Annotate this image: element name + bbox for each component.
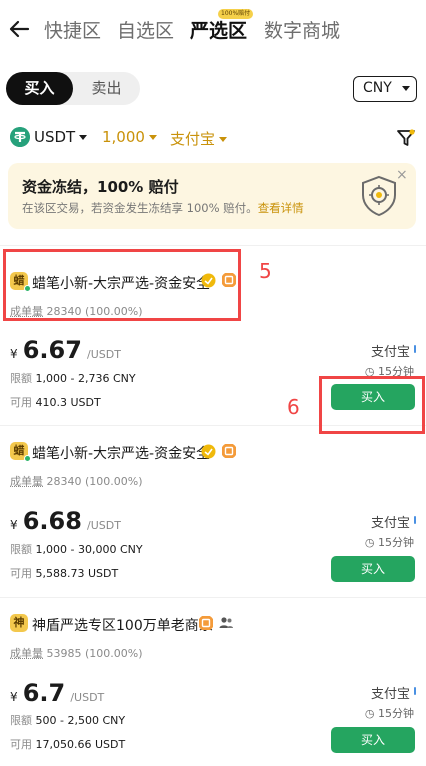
clock-icon: ◷ [364, 536, 375, 549]
back-arrow-icon[interactable] [8, 17, 30, 41]
compensation-badge: 100%赔付 [218, 9, 254, 19]
available-value: 5,588.73 USDT [35, 567, 119, 580]
amount-filter-label: 1,000 [102, 128, 145, 146]
merchant-avatar: 神 [10, 614, 28, 632]
merchant-name[interactable]: 神盾严选专区100万单老商家 [32, 615, 213, 635]
sell-toggle-button[interactable]: 卖出 [73, 72, 140, 105]
currency-symbol: ¥ [10, 518, 18, 532]
price-unit: /USDT [70, 691, 105, 704]
order-stats: 成单量 28340 (100.00%) [10, 473, 143, 489]
payment-time-value: 15分钟 [378, 536, 414, 549]
payment-time-value: 15分钟 [378, 707, 414, 720]
payment-time: ◷ 15分钟 [365, 534, 414, 550]
orders-value: 28340 (100.00%) [46, 475, 143, 488]
currency-symbol: ¥ [10, 347, 18, 361]
limit-value: 1,000 - 2,736 CNY [35, 372, 136, 385]
price: ¥ 6.7 /USDT [10, 679, 104, 707]
payment-filter[interactable]: 支付宝 [170, 128, 228, 149]
clock-icon: ◷ [364, 707, 375, 720]
limit-value: 500 - 2,500 CNY [35, 714, 126, 727]
merchant-avatar: 蜡 [10, 442, 31, 462]
price-value: 6.7 [22, 679, 66, 707]
available-value: 410.3 USDT [35, 396, 101, 409]
tab-custom[interactable]: 自选区 [117, 16, 174, 43]
divider [0, 245, 426, 246]
available-label: 可用 [10, 396, 32, 409]
avatar-initial: 神 [13, 616, 25, 629]
online-dot-icon [24, 455, 31, 462]
payment-method: 支付宝 [370, 516, 410, 531]
banner-subtitle: 在该区交易，若资金发生冻结享 100% 赔付。查看详情 [22, 200, 304, 216]
gold-medal-icon [201, 444, 216, 459]
amount-filter[interactable]: 1,000 [102, 128, 157, 146]
banner-subtitle-text: 在该区交易，若资金发生冻结享 100% 赔付。 [22, 201, 258, 215]
currency-value: CNY [363, 80, 392, 96]
chevron-down-icon [219, 137, 228, 142]
currency-select[interactable]: CNY [353, 76, 417, 102]
close-icon[interactable]: × [396, 167, 408, 183]
limit-value: 1,000 - 30,000 CNY [35, 543, 143, 556]
filter-bar: USDT 1,000 支付宝 [0, 126, 426, 150]
annotation-label-6: 6 [287, 395, 300, 419]
price: ¥ 6.67 /USDT [10, 336, 121, 364]
limit-row: 限额 1,000 - 2,736 CNY [10, 370, 136, 386]
available-row: 可用 5,588.73 USDT [10, 565, 118, 581]
order-stats: 成单量 53985 (100.00%) [10, 645, 143, 661]
orders-label: 成单量 [10, 475, 43, 488]
merchant-shield-icon [199, 616, 213, 630]
view-details-link[interactable]: 查看详情 [258, 201, 304, 215]
currency-symbol: ¥ [10, 690, 18, 704]
limit-label: 限额 [10, 714, 32, 727]
price-value: 6.67 [22, 336, 82, 364]
compensation-banner[interactable]: 资金冻结，100% 赔付 在该区交易，若资金发生冻结享 100% 赔付。查看详情… [8, 163, 416, 229]
tab-strict[interactable]: 严选区 [190, 16, 247, 43]
chevron-down-icon [148, 135, 157, 140]
limit-row: 限额 1,000 - 30,000 CNY [10, 541, 143, 557]
buy-toggle-button[interactable]: 买入 [6, 72, 73, 105]
merchant-shield-icon [222, 444, 236, 458]
limit-label: 限额 [10, 372, 32, 385]
payment-method: 支付宝 [370, 687, 410, 702]
payment-method: 支付宝 [370, 345, 410, 360]
available-row: 可用 17,050.66 USDT [10, 736, 125, 752]
asset-filter[interactable]: USDT [34, 128, 88, 146]
orders-value: 53985 (100.00%) [46, 647, 143, 660]
alipay-indicator-icon [414, 345, 416, 353]
chevron-down-icon [402, 86, 410, 91]
available-value: 17,050.66 USDT [35, 738, 126, 751]
price-unit: /USDT [87, 348, 121, 361]
price-unit: /USDT [87, 519, 121, 532]
merchant-listing: 神 神盾严选专区100万单老商家 成单量 53985 (100.00%) ¥ 6… [0, 598, 426, 766]
merchant-name[interactable]: 蜡笔小新-大宗严选-资金安全 [32, 443, 210, 463]
tab-digital-mall[interactable]: 数字商城 [264, 16, 340, 43]
orders-label: 成单量 [10, 647, 43, 660]
available-label: 可用 [10, 567, 32, 580]
available-row: 可用 410.3 USDT [10, 394, 101, 410]
limit-label: 限额 [10, 543, 32, 556]
limit-row: 限额 500 - 2,500 CNY [10, 712, 125, 728]
buy-button[interactable]: 买入 [331, 556, 415, 582]
alipay-indicator-icon [414, 516, 416, 524]
payment-time: ◷ 15分钟 [365, 705, 414, 721]
buy-button[interactable]: 买入 [331, 727, 415, 753]
alipay-indicator-icon [414, 687, 416, 695]
usdt-icon [10, 127, 30, 147]
tab-quick[interactable]: 快捷区 [44, 16, 101, 43]
asset-filter-label: USDT [34, 128, 76, 146]
price-value: 6.68 [22, 507, 82, 535]
buy-sell-toggle: 买入 卖出 [6, 72, 140, 105]
merchant-listing: 蜡 蜡笔小新-大宗严选-资金安全 成单量 28340 (100.00%) ¥ 6… [0, 426, 426, 596]
top-nav: 快捷区 自选区 严选区 100%赔付 数字商城 [0, 0, 426, 58]
annotation-box-merchant [3, 249, 241, 321]
chevron-down-icon [79, 135, 88, 140]
filter-icon[interactable] [396, 128, 416, 148]
avatar-initial: 蜡 [13, 444, 25, 457]
users-icon [219, 617, 233, 628]
payment-filter-label: 支付宝 [170, 130, 216, 148]
banner-title: 资金冻结，100% 赔付 [22, 178, 179, 196]
annotation-box-buy-button [319, 376, 425, 434]
price: ¥ 6.68 /USDT [10, 507, 121, 535]
available-label: 可用 [10, 738, 32, 751]
annotation-label-5: 5 [259, 259, 272, 283]
